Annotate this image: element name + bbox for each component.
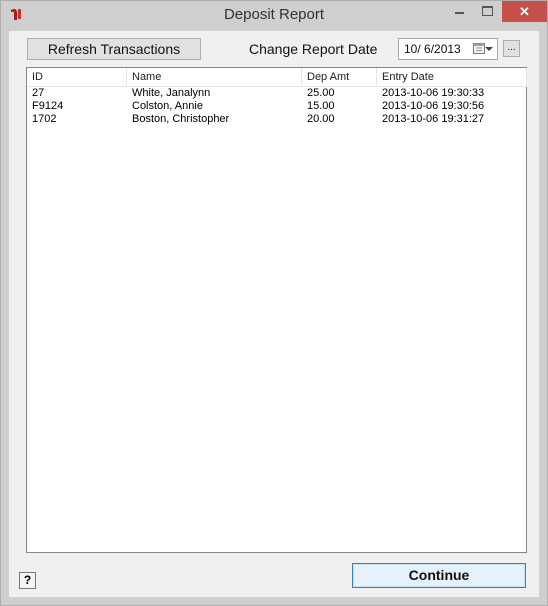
list-rows: 27 White, Janalynn 25.00 2013-10-06 19:3… [27, 87, 527, 126]
close-icon[interactable]: ✕ [502, 1, 547, 22]
chevron-down-icon[interactable] [485, 47, 493, 51]
report-date-picker[interactable]: 10/ 6/2013 [398, 38, 498, 60]
cell-entry-date: 2013-10-06 19:30:56 [382, 100, 485, 112]
cell-name: Colston, Annie [132, 100, 203, 112]
minimize-icon[interactable] [446, 1, 474, 22]
change-report-date-label: Change Report Date [249, 41, 378, 57]
report-date-value[interactable]: 10/ 6/2013 [404, 42, 461, 56]
cell-id: 1702 [32, 113, 57, 125]
table-row[interactable]: 1702 Boston, Christopher 20.00 2013-10-0… [27, 113, 527, 126]
cell-id: 27 [32, 87, 45, 99]
table-row[interactable]: 27 White, Janalynn 25.00 2013-10-06 19:3… [27, 87, 527, 100]
cell-dep-amt: 15.00 [307, 100, 335, 112]
cell-name: White, Janalynn [132, 87, 211, 99]
cell-name: Boston, Christopher [132, 113, 230, 125]
transactions-list[interactable]: ID Name Dep Amt Entry Date 27 White, Jan… [26, 67, 527, 553]
client-area: Refresh Transactions Change Report Date … [9, 31, 539, 597]
cell-dep-amt: 20.00 [307, 113, 335, 125]
column-header-id[interactable]: ID [27, 68, 127, 86]
column-header-name[interactable]: Name [127, 68, 302, 86]
cell-id: F9124 [32, 100, 64, 112]
table-row[interactable]: F9124 Colston, Annie 15.00 2013-10-06 19… [27, 100, 527, 113]
calendar-icon[interactable] [473, 42, 485, 54]
cell-entry-date: 2013-10-06 19:30:33 [382, 87, 485, 99]
title-bar[interactable]: Deposit Report ✕ [1, 1, 547, 30]
cell-entry-date: 2013-10-06 19:31:27 [382, 113, 485, 125]
browse-date-button[interactable]: ... [503, 40, 520, 57]
list-header: ID Name Dep Amt Entry Date [27, 68, 527, 87]
deposit-report-window: Deposit Report ✕ Refresh Transactions Ch… [0, 0, 548, 606]
maximize-icon[interactable] [474, 1, 501, 22]
refresh-transactions-button[interactable]: Refresh Transactions [27, 38, 201, 60]
cell-dep-amt: 25.00 [307, 87, 335, 99]
help-button[interactable]: ? [19, 572, 36, 589]
column-header-entry-date[interactable]: Entry Date [377, 68, 527, 86]
continue-button[interactable]: Continue [352, 563, 526, 588]
column-header-dep-amt[interactable]: Dep Amt [302, 68, 377, 86]
